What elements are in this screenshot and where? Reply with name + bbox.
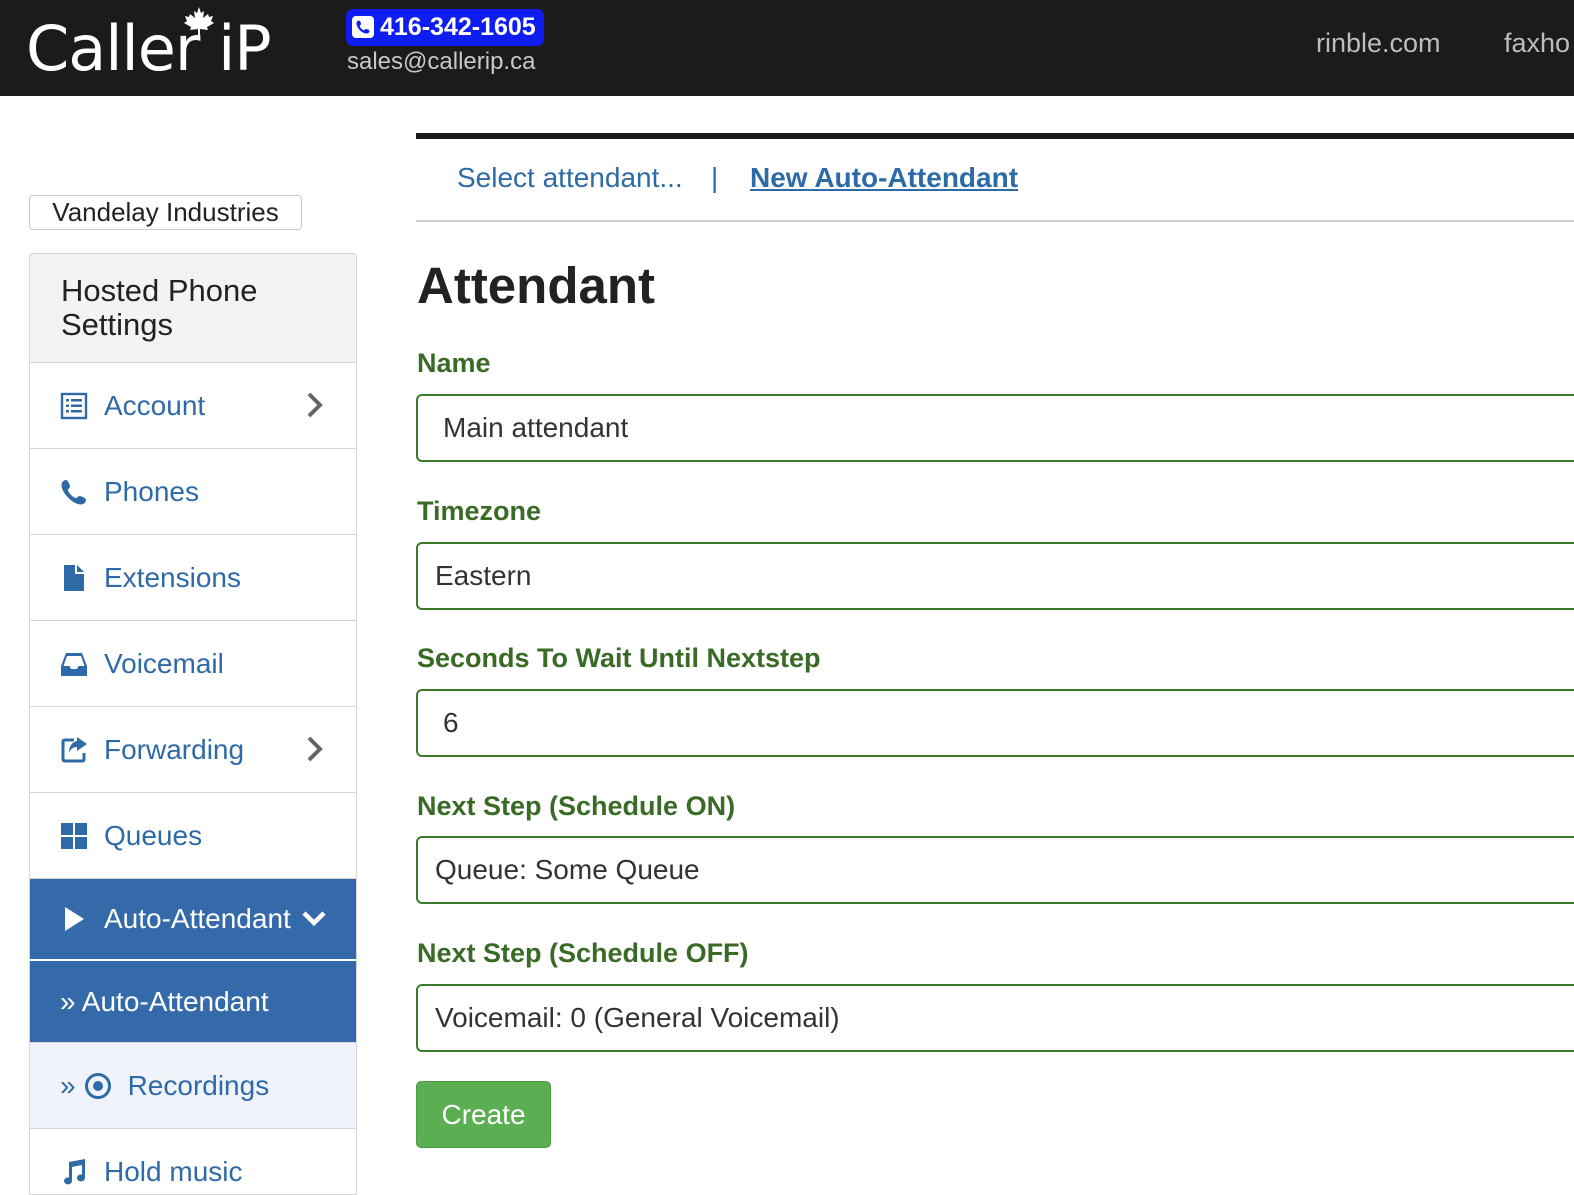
logo-text: Caller iP xyxy=(26,12,272,85)
sidebar-item-queues[interactable]: Queues xyxy=(30,793,356,879)
sidebar-item-label: Hold music xyxy=(104,1155,243,1187)
attendant-subnav: Select attendant... | New Auto-Attendant xyxy=(416,160,1574,222)
name-field[interactable]: Main attendant xyxy=(416,394,1574,462)
sidebar-nav: Hosted Phone Settings Account Phones Ext… xyxy=(29,253,357,1195)
content-top-rule xyxy=(416,133,1574,139)
play-icon xyxy=(60,905,88,933)
callerip-logo[interactable]: Caller iP xyxy=(26,7,272,85)
phone-icon xyxy=(60,478,88,506)
sidebar-item-label: Account xyxy=(104,389,206,421)
select-attendant-dropdown[interactable]: Select attendant... xyxy=(457,162,683,194)
wait-seconds-label: Seconds To Wait Until Nextstep xyxy=(417,643,821,673)
subnav-separator: | xyxy=(711,162,719,193)
sidebar-subitem-recordings[interactable]: » Recordings xyxy=(30,1043,356,1129)
next-step-off-select[interactable]: Voicemail: 0 (General Voicemail) xyxy=(416,984,1574,1052)
rinble-link[interactable]: rinble.com xyxy=(1316,28,1441,59)
phone-number: 416-342-1605 xyxy=(380,12,536,41)
name-label: Name xyxy=(417,348,491,378)
sidebar-item-label: Forwarding xyxy=(104,733,245,765)
file-icon xyxy=(60,564,88,592)
maple-leaf-icon xyxy=(184,7,214,37)
timezone-select[interactable]: Eastern xyxy=(416,542,1574,610)
grid-icon xyxy=(60,822,88,850)
sidebar-item-account[interactable]: Account xyxy=(30,363,356,449)
sidebar-item-label: » Auto-Attendant xyxy=(60,985,269,1017)
new-auto-attendant-link[interactable]: New Auto-Attendant xyxy=(750,162,1018,194)
phone-square-icon xyxy=(352,16,374,38)
sidebar-item-label: Voicemail xyxy=(104,647,224,679)
sidebar-heading: Hosted Phone Settings xyxy=(30,254,356,363)
sidebar-item-forwarding[interactable]: Forwarding xyxy=(30,707,356,793)
create-button[interactable]: Create xyxy=(416,1081,551,1148)
sidebar-item-extensions[interactable]: Extensions xyxy=(30,535,356,621)
faxho-link[interactable]: faxho xyxy=(1504,28,1570,59)
next-step-on-select[interactable]: Queue: Some Queue xyxy=(416,836,1574,904)
contact-block: 416-342-1605 sales@callerip.ca xyxy=(346,9,544,76)
sidebar-item-label: Auto-Attendant xyxy=(104,903,291,934)
email-link[interactable]: sales@callerip.ca xyxy=(346,48,544,76)
raquo-marker: » xyxy=(60,1069,76,1101)
sidebar-item-label: Queues xyxy=(104,819,203,851)
list-icon xyxy=(60,392,88,420)
music-icon xyxy=(60,1158,88,1186)
sidebar-item-voicemail[interactable]: Voicemail xyxy=(30,621,356,707)
chevron-right-icon xyxy=(307,736,323,762)
company-selector[interactable]: Vandelay Industries xyxy=(29,195,302,230)
sidebar-item-label: Phones xyxy=(104,475,199,507)
sidebar-item-label: Recordings xyxy=(127,1069,270,1101)
page-title: Attendant xyxy=(417,257,655,314)
phone-badge[interactable]: 416-342-1605 xyxy=(346,9,544,46)
next-step-off-label: Next Step (Schedule OFF) xyxy=(417,938,749,968)
sidebar-item-hold-music[interactable]: Hold music xyxy=(30,1129,356,1194)
sidebar-subitem-auto-attendant[interactable]: » Auto-Attendant xyxy=(30,961,356,1043)
record-icon xyxy=(84,1072,112,1100)
sidebar-item-phones[interactable]: Phones xyxy=(30,449,356,535)
chevron-down-icon xyxy=(302,911,326,927)
next-step-on-label: Next Step (Schedule ON) xyxy=(417,791,736,821)
share-icon xyxy=(60,736,88,764)
sidebar-item-label: Extensions xyxy=(104,561,241,593)
top-bar: Caller iP 416-342-1605 sales@callerip.ca… xyxy=(0,0,1574,96)
sidebar-item-auto-attendant[interactable]: Auto-Attendant xyxy=(30,879,356,961)
inbox-icon xyxy=(60,650,88,678)
timezone-label: Timezone xyxy=(417,496,542,526)
chevron-right-icon xyxy=(307,392,323,418)
wait-seconds-field[interactable]: 6 xyxy=(416,689,1574,757)
